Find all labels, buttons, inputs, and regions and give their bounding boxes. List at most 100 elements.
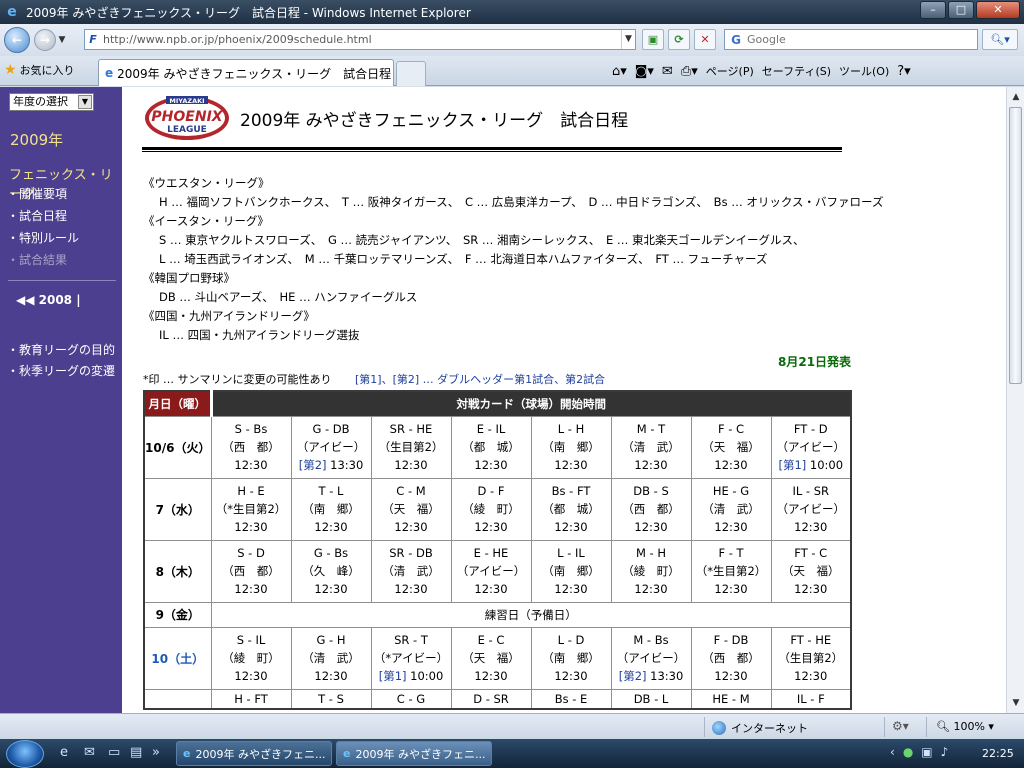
mail-icon[interactable]: ✉ — [662, 64, 673, 79]
sidebar-link-purpose[interactable]: ・教育リーグの目的 — [7, 341, 115, 362]
vertical-scrollbar[interactable]: ▲ ▼ — [1006, 87, 1024, 713]
history-dropdown-icon[interactable]: ▼ — [56, 35, 68, 45]
game-cell: DB - L — [610, 688, 692, 710]
network-icon[interactable]: ▣ — [921, 745, 932, 759]
sidebar-link-history[interactable]: ・秋季リーグの変遷 — [7, 362, 115, 383]
start-time: 12:30 — [714, 582, 748, 596]
legend-item: DB … 斗山ベアーズ、 HE … ハンファイーグルス — [159, 290, 418, 304]
start-time: 13:30 — [326, 458, 364, 472]
ballpark: （アイビー） — [296, 440, 366, 454]
game-cell: L - IL （南 郷） 12:30 — [530, 539, 612, 603]
ballpark: （*生目第2） — [695, 564, 767, 578]
minimize-button[interactable]: – — [920, 1, 946, 19]
tab-active[interactable]: e 2009年 みやざきフェニックス・リーグ 試合日程 — [98, 59, 394, 86]
clock[interactable]: 22:25 — [982, 747, 1014, 760]
ballpark: （南 郷） — [542, 651, 600, 665]
new-tab-button[interactable] — [396, 61, 426, 86]
show-hidden-icon[interactable]: ‹ — [890, 745, 895, 759]
address-field[interactable]: F http://www.npb.or.jp/phoenix/2009sched… — [84, 29, 636, 50]
prev-year-link[interactable]: ◀◀ 2008 | — [16, 293, 81, 307]
logo-main-text: PHOENIX — [151, 109, 223, 125]
ballpark: （南 郷） — [302, 502, 360, 516]
scroll-up-icon[interactable]: ▲ — [1008, 89, 1024, 105]
phoenix-league-logo: MIYAZAKI PHOENIX LEAGUE — [145, 96, 229, 140]
matchup: S - Bs — [234, 422, 268, 436]
doubleheader-marker: [第1] — [378, 669, 407, 683]
ie-quicklaunch-icon[interactable]: e — [60, 745, 68, 760]
start-time: 12:30 — [394, 520, 428, 534]
game-cell: F - C （天 福） 12:30 — [690, 415, 772, 479]
game-cell: T - L （南 郷） 12:30 — [290, 477, 372, 541]
scroll-down-icon[interactable]: ▼ — [1008, 695, 1024, 711]
game-cell: F - T （*生目第2） 12:30 — [690, 539, 772, 603]
matchup: C - M — [396, 484, 426, 498]
ballpark: （生目第2） — [778, 651, 844, 665]
desktop-quicklaunch-icon[interactable]: ▭ — [108, 745, 120, 760]
ballpark: （西 都） — [622, 502, 680, 516]
search-box[interactable]: G — [724, 29, 978, 50]
matchup: SR - DB — [389, 546, 433, 560]
game-cell: E - C （天 福） 12:30 — [450, 626, 532, 690]
legend-heading: 《四国・九州アイランドリーグ》 — [143, 309, 315, 323]
chevron-down-icon[interactable]: ▼ — [78, 95, 92, 109]
search-input[interactable] — [747, 33, 967, 46]
safety-menu[interactable]: セーフティ(S) — [762, 63, 831, 79]
more-quicklaunch-icon[interactable]: » — [152, 745, 160, 760]
scroll-thumb[interactable] — [1009, 107, 1022, 384]
favorites-button[interactable]: ★ お気に入り — [4, 62, 75, 78]
maximize-button[interactable]: □ — [948, 1, 974, 19]
stop-icon[interactable]: ✕ — [694, 29, 716, 50]
year-select[interactable]: 年度の選択 ▼ — [9, 93, 94, 111]
schedule-note: *印 … サンマリンに変更の可能性あり [第1]、[第2] … ダブルヘッダー第… — [143, 371, 605, 387]
tools-menu[interactable]: ツール(O) — [839, 63, 889, 79]
forward-button[interactable]: → — [34, 29, 56, 51]
volume-icon[interactable]: ♪ — [941, 745, 949, 759]
shield-icon[interactable]: ● — [903, 745, 913, 759]
sidebar-item-schedule[interactable]: ・試合日程 — [7, 207, 79, 229]
home-icon[interactable]: ⌂▾ — [612, 64, 627, 79]
mail-quicklaunch-icon[interactable]: ✉ — [84, 745, 95, 760]
address-dropdown-icon[interactable]: ▼ — [621, 30, 635, 49]
legend-item: L … 埼玉西武ライオンズ、 M … 千葉ロッテマリーンズ、 F … 北海道日本… — [159, 252, 768, 266]
search-button[interactable]: 🔍︎▾ — [982, 29, 1018, 50]
folder-quicklaunch-icon[interactable]: ▤ — [130, 745, 142, 760]
help-icon[interactable]: ?▾ — [897, 64, 910, 79]
matchup: M - H — [635, 546, 667, 560]
refresh-icon[interactable]: ⟳ — [668, 29, 690, 50]
protected-mode-icon[interactable]: ⚙▾ — [892, 719, 909, 733]
taskbar-item[interactable]: e 2009年 みやざきフェニ... — [176, 741, 332, 766]
status-separator — [704, 717, 705, 737]
start-time: 12:30 — [794, 582, 828, 596]
zoom-control[interactable]: 🔍︎ 100% ▾ — [936, 720, 994, 733]
game-cell: FT - D （アイビー） [第1] 10:00 — [770, 415, 852, 479]
start-button[interactable] — [6, 740, 44, 768]
matchup: F - C — [717, 422, 745, 436]
note-asterisk: *印 … サンマリンに変更の可能性あり — [143, 373, 332, 386]
feeds-icon[interactable]: ◙▾ — [635, 64, 654, 79]
ballpark: （アイビー） — [456, 564, 526, 578]
sidebar-item-rules[interactable]: ・特別ルール — [7, 229, 79, 251]
logo-top-text: MIYAZAKI — [169, 97, 204, 105]
table-row: 9（金） 練習日（予備日） — [143, 601, 852, 628]
sidebar-item-overview[interactable]: ・開催要項 — [7, 185, 79, 207]
compatibility-view-icon[interactable]: ▣ — [642, 29, 664, 50]
matchup: D - F — [477, 484, 505, 498]
table-row: 10（土） S - IL （綾 町） 12:30 G - H （清 武） 12:30 SR -… — [143, 626, 852, 690]
doubleheader-marker: [第2] — [298, 458, 327, 472]
close-button[interactable]: ✕ — [976, 1, 1020, 19]
game-cell: FT - C （天 福） 12:30 — [770, 539, 852, 603]
game-cell: T - S — [290, 688, 372, 710]
game-cell: HE - G （清 武） 12:30 — [690, 477, 772, 541]
game-cell: L - H （南 郷） 12:30 — [530, 415, 612, 479]
address-text[interactable]: http://www.npb.or.jp/phoenix/2009schedul… — [103, 33, 621, 46]
date-cell: 9（金） — [143, 601, 212, 628]
page-menu[interactable]: ページ(P) — [706, 63, 754, 79]
date-cell: 10（土） — [143, 626, 212, 690]
print-icon[interactable]: ⎙▾ — [681, 64, 698, 79]
schedule-table: 月日（曜） 対戦カード（球場）開始時間 10/6（火） S - Bs （西 都） 12… — [143, 390, 852, 710]
taskbar-item-active[interactable]: e 2009年 みやざきフェニ... — [336, 741, 492, 766]
back-button[interactable]: ← — [4, 27, 30, 53]
ballpark: （都 城） — [462, 440, 520, 454]
table-row: 7（水） H - E （*生目第2） 12:30 T - L （南 郷） 12:30 C - … — [143, 477, 852, 541]
ballpark: （都 城） — [542, 502, 600, 516]
